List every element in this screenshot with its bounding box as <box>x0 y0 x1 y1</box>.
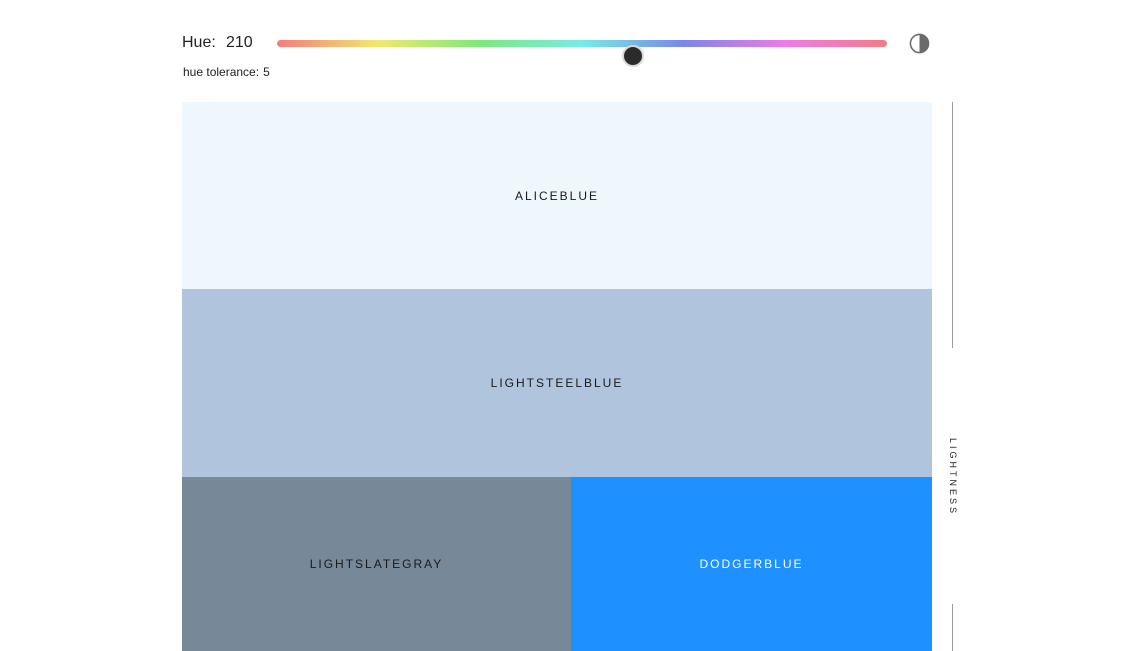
hue-value: 210 <box>226 34 253 51</box>
swatch-lightsteelblue[interactable]: LIGHTSTEELBLUE <box>182 289 932 477</box>
swatch-label: LIGHTSTEELBLUE <box>490 376 624 390</box>
hue-tolerance-label: hue tolerance: <box>183 65 260 79</box>
swatch-lightslategray[interactable]: LIGHTSLATEGRAY <box>182 477 571 651</box>
contrast-icon[interactable] <box>909 33 930 54</box>
hue-slider-thumb[interactable] <box>621 45 644 67</box>
hue-label: Hue: <box>182 34 216 51</box>
swatch-label: LIGHTSLATEGRAY <box>309 557 444 571</box>
hue-slider[interactable] <box>277 40 887 67</box>
lightness-axis-label: LIGHTNESS <box>948 437 958 517</box>
swatch-label: DODGERBLUE <box>699 557 804 571</box>
lightness-axis-line-top <box>952 102 953 348</box>
swatch-dodgerblue[interactable]: DODGERBLUE <box>571 477 932 651</box>
hue-control: Hue: 210 <box>182 26 932 67</box>
swatch-label: ALICEBLUE <box>514 188 600 203</box>
lightness-axis-line-bottom <box>952 604 953 651</box>
hue-tolerance-value: 5 <box>263 65 270 79</box>
hue-tolerance: hue tolerance: 5 <box>183 65 270 79</box>
swatch-aliceblue[interactable]: ALICEBLUE <box>182 102 932 289</box>
color-swatch-grid: ALICEBLUE LIGHTSTEELBLUE LIGHTSLATEGRAY … <box>182 102 932 651</box>
